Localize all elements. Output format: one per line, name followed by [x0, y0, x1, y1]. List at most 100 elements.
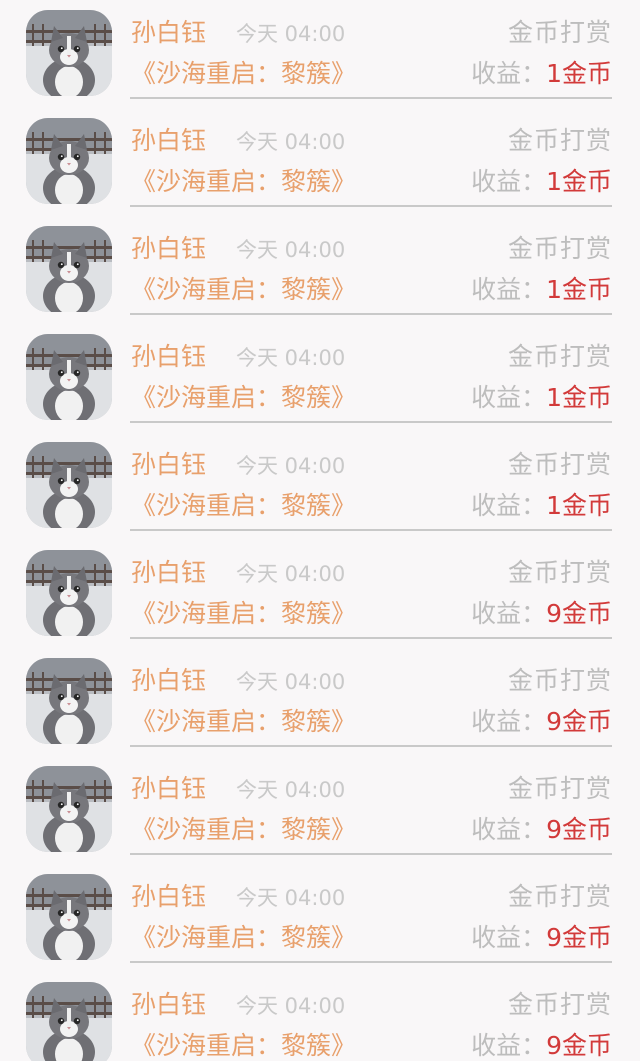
- earnings-value: 9金币: [546, 1031, 612, 1060]
- earnings-label: 收益：: [471, 707, 547, 736]
- earnings-value: 1金币: [546, 383, 612, 412]
- sender-name: 孙白钰: [131, 342, 207, 371]
- book-title[interactable]: 《沙海重启：黎簇》: [131, 489, 356, 523]
- earnings: 收益：9金币: [471, 921, 612, 955]
- earnings: 收益：1金币: [471, 489, 612, 523]
- record-time: 今天 04:00: [236, 238, 346, 262]
- earnings: 收益：9金币: [471, 813, 612, 847]
- sender-name: 孙白钰: [131, 666, 207, 695]
- book-title[interactable]: 《沙海重启：黎簇》: [131, 813, 356, 847]
- reward-record-row[interactable]: 孙白钰 今天 04:00 金币打赏 《沙海重启：黎簇》 收益：1金币: [0, 324, 640, 432]
- record-time: 今天 04:00: [236, 130, 346, 154]
- reward-record-row[interactable]: 孙白钰 今天 04:00 金币打赏 《沙海重启：黎簇》 收益：9金币: [0, 864, 640, 972]
- record-time: 今天 04:00: [236, 346, 346, 370]
- record-time: 今天 04:00: [236, 994, 346, 1018]
- earnings: 收益：1金币: [471, 57, 612, 91]
- reward-record-row[interactable]: 孙白钰 今天 04:00 金币打赏 《沙海重启：黎簇》 收益：9金币: [0, 540, 640, 648]
- cat-avatar-icon[interactable]: [26, 874, 112, 960]
- cat-avatar-icon[interactable]: [26, 442, 112, 528]
- record-type: 金币打赏: [507, 126, 612, 155]
- record-type: 金币打赏: [507, 666, 612, 695]
- sender-name: 孙白钰: [131, 558, 207, 587]
- row-divider: [130, 529, 612, 531]
- book-title[interactable]: 《沙海重启：黎簇》: [131, 921, 356, 955]
- sender-name: 孙白钰: [131, 234, 207, 263]
- earnings-label: 收益：: [471, 491, 547, 520]
- book-title[interactable]: 《沙海重启：黎簇》: [131, 1029, 356, 1061]
- earnings-value: 9金币: [546, 599, 612, 628]
- cat-avatar-icon[interactable]: [26, 766, 112, 852]
- earnings: 收益：9金币: [471, 1029, 612, 1061]
- book-title[interactable]: 《沙海重启：黎簇》: [131, 57, 356, 91]
- earnings-value: 9金币: [546, 923, 612, 952]
- earnings: 收益：1金币: [471, 165, 612, 199]
- row-divider: [130, 853, 612, 855]
- row-divider: [130, 313, 612, 315]
- cat-avatar-icon[interactable]: [26, 334, 112, 420]
- earnings-label: 收益：: [471, 167, 547, 196]
- book-title[interactable]: 《沙海重启：黎簇》: [131, 597, 356, 631]
- sender-name: 孙白钰: [131, 450, 207, 479]
- cat-avatar-icon[interactable]: [26, 982, 112, 1061]
- record-time: 今天 04:00: [236, 454, 346, 478]
- earnings-value: 9金币: [546, 707, 612, 736]
- record-type: 金币打赏: [507, 342, 612, 371]
- cat-avatar-icon[interactable]: [26, 658, 112, 744]
- cat-avatar-icon[interactable]: [26, 118, 112, 204]
- reward-record-row[interactable]: 孙白钰 今天 04:00 金币打赏 《沙海重启：黎簇》 收益：1金币: [0, 216, 640, 324]
- earnings: 收益：9金币: [471, 597, 612, 631]
- row-divider: [130, 205, 612, 207]
- reward-record-row[interactable]: 孙白钰 今天 04:00 金币打赏 《沙海重启：黎簇》 收益：9金币: [0, 756, 640, 864]
- record-type: 金币打赏: [507, 774, 612, 803]
- earnings-value: 1金币: [546, 491, 612, 520]
- sender-name: 孙白钰: [131, 18, 207, 47]
- earnings-label: 收益：: [471, 599, 547, 628]
- record-time: 今天 04:00: [236, 562, 346, 586]
- cat-avatar-icon[interactable]: [26, 550, 112, 636]
- earnings-label: 收益：: [471, 59, 547, 88]
- book-title[interactable]: 《沙海重启：黎簇》: [131, 165, 356, 199]
- reward-record-row[interactable]: 孙白钰 今天 04:00 金币打赏 《沙海重启：黎簇》 收益：1金币: [0, 108, 640, 216]
- earnings-value: 1金币: [546, 167, 612, 196]
- cat-avatar-icon[interactable]: [26, 226, 112, 312]
- record-time: 今天 04:00: [236, 886, 346, 910]
- record-time: 今天 04:00: [236, 22, 346, 46]
- record-type: 金币打赏: [507, 558, 612, 587]
- sender-name: 孙白钰: [131, 990, 207, 1019]
- earnings: 收益：1金币: [471, 381, 612, 415]
- record-type: 金币打赏: [507, 450, 612, 479]
- row-divider: [130, 421, 612, 423]
- book-title[interactable]: 《沙海重启：黎簇》: [131, 381, 356, 415]
- record-type: 金币打赏: [507, 882, 612, 911]
- earnings-label: 收益：: [471, 923, 547, 952]
- earnings: 收益：1金币: [471, 273, 612, 307]
- record-time: 今天 04:00: [236, 778, 346, 802]
- book-title[interactable]: 《沙海重启：黎簇》: [131, 705, 356, 739]
- reward-record-list: 孙白钰 今天 04:00 金币打赏 《沙海重启：黎簇》 收益：1金币 孙白钰 今…: [0, 0, 640, 1061]
- earnings: 收益：9金币: [471, 705, 612, 739]
- row-divider: [130, 961, 612, 963]
- reward-record-row[interactable]: 孙白钰 今天 04:00 金币打赏 《沙海重启：黎簇》 收益：1金币: [0, 0, 640, 108]
- book-title[interactable]: 《沙海重启：黎簇》: [131, 273, 356, 307]
- earnings-value: 9金币: [546, 815, 612, 844]
- record-type: 金币打赏: [507, 990, 612, 1019]
- reward-record-row[interactable]: 孙白钰 今天 04:00 金币打赏 《沙海重启：黎簇》 收益：9金币: [0, 648, 640, 756]
- row-divider: [130, 745, 612, 747]
- record-time: 今天 04:00: [236, 670, 346, 694]
- reward-record-row[interactable]: 孙白钰 今天 04:00 金币打赏 《沙海重启：黎簇》 收益：1金币: [0, 432, 640, 540]
- record-type: 金币打赏: [507, 234, 612, 263]
- earnings-label: 收益：: [471, 383, 547, 412]
- earnings-value: 1金币: [546, 275, 612, 304]
- cat-avatar-icon[interactable]: [26, 10, 112, 96]
- sender-name: 孙白钰: [131, 126, 207, 155]
- row-divider: [130, 97, 612, 99]
- record-type: 金币打赏: [507, 18, 612, 47]
- earnings-label: 收益：: [471, 815, 547, 844]
- earnings-label: 收益：: [471, 1031, 547, 1060]
- earnings-label: 收益：: [471, 275, 547, 304]
- earnings-value: 1金币: [546, 59, 612, 88]
- row-divider: [130, 637, 612, 639]
- reward-record-row[interactable]: 孙白钰 今天 04:00 金币打赏 《沙海重启：黎簇》 收益：9金币: [0, 972, 640, 1061]
- sender-name: 孙白钰: [131, 774, 207, 803]
- sender-name: 孙白钰: [131, 882, 207, 911]
